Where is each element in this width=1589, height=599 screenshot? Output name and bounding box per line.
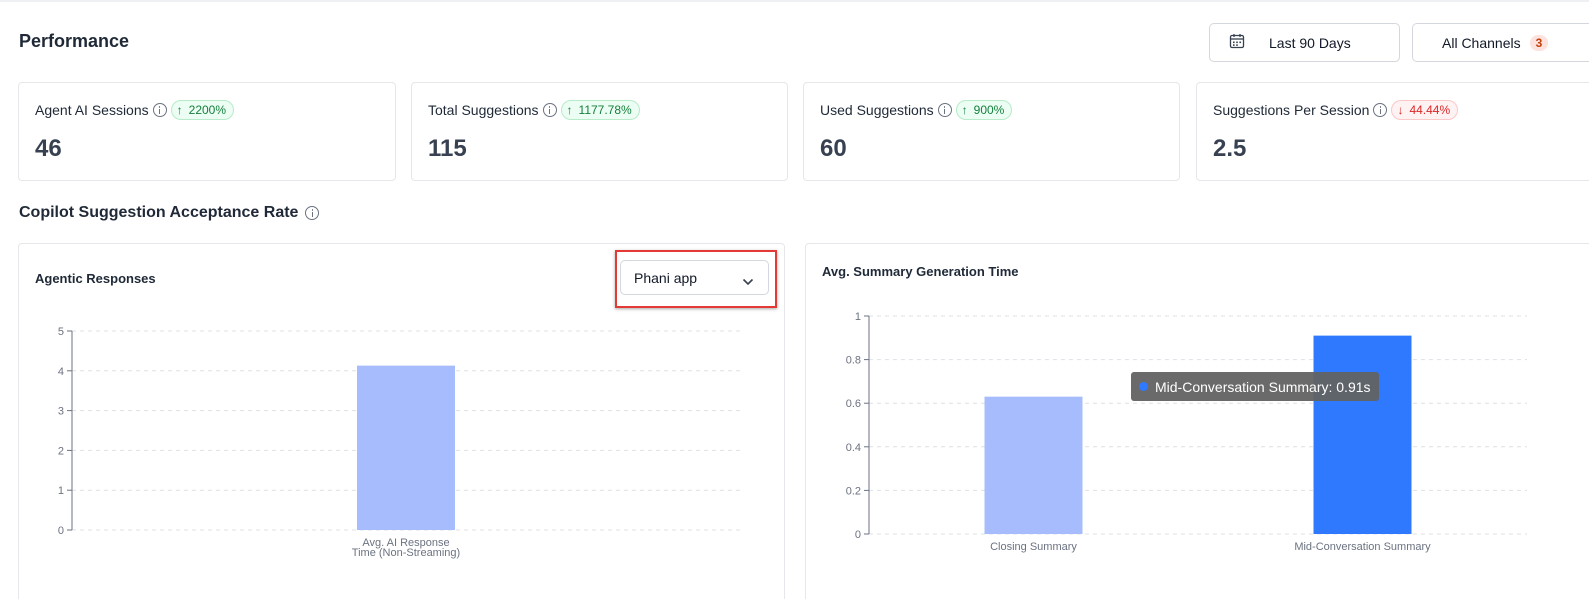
y-tick-label: 0.2 xyxy=(846,485,861,497)
y-tick-label: 1 xyxy=(855,311,861,323)
x-tick-label: Closing Summary xyxy=(990,541,1077,553)
x-tick-label: Mid-Conversation Summary xyxy=(1294,541,1431,553)
y-tick-label: 0.6 xyxy=(846,398,861,410)
bar xyxy=(984,396,1083,534)
tooltip-text: Mid-Conversation Summary: 0.91s xyxy=(1155,378,1371,395)
summary-time-chart: 0 0.2 0.4 0.6 0.8 1 Closing Summary Mid-Convers… xyxy=(846,311,1527,553)
chart-tooltip: Mid-Conversation Summary: 0.91s xyxy=(1131,372,1379,401)
y-tick-label: 0.8 xyxy=(846,355,861,367)
bar xyxy=(1313,335,1412,534)
tooltip-dot xyxy=(1139,382,1148,391)
y-tick-label: 0.4 xyxy=(846,442,861,454)
y-tick-label: 0 xyxy=(855,529,861,541)
